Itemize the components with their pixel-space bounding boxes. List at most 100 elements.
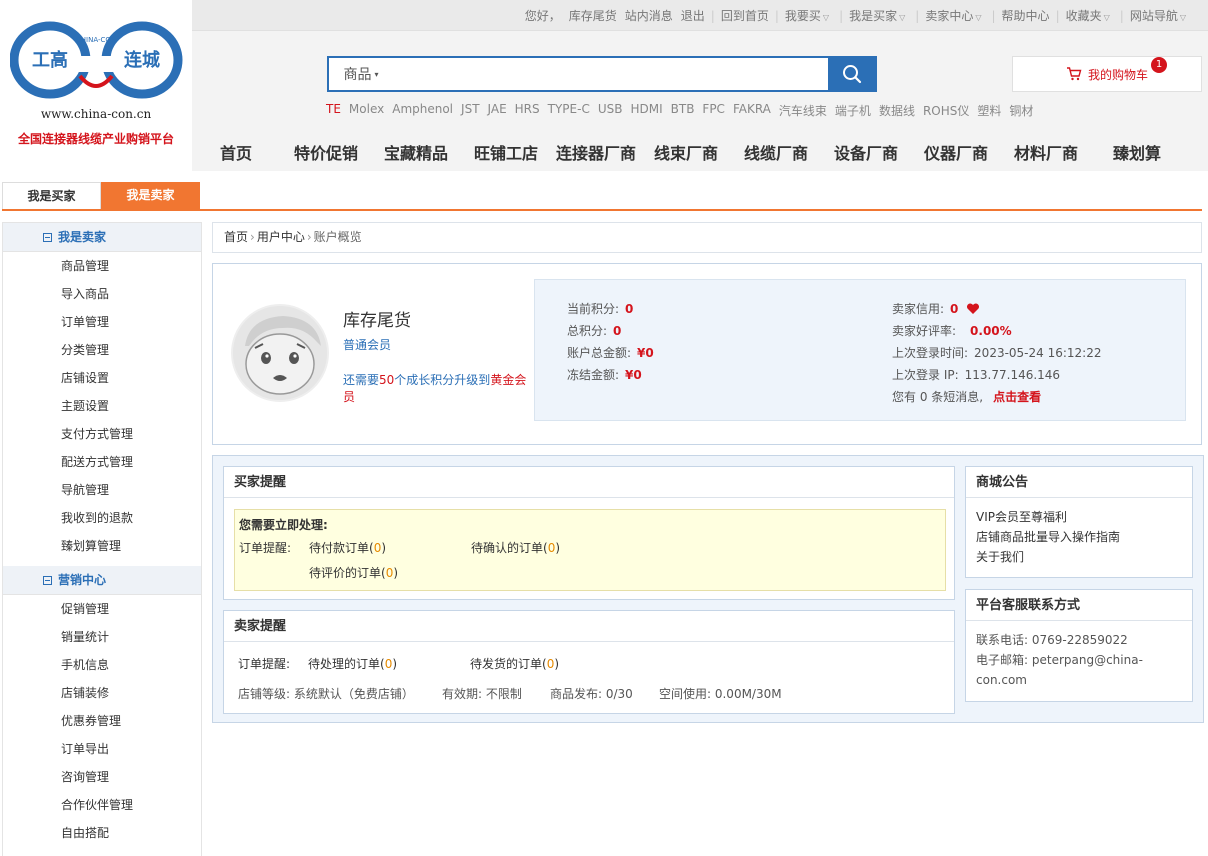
hot-keyword[interactable]: 数据线 xyxy=(879,102,915,119)
pending-payment-link[interactable]: 待付款订单(0) xyxy=(309,539,386,556)
sidebar-item[interactable]: 订单管理 xyxy=(3,308,201,336)
main-nav-item[interactable]: 宝藏精品 xyxy=(384,140,474,164)
sidebar-item[interactable]: 合作伙伴管理 xyxy=(3,791,201,819)
hot-keyword[interactable]: TE xyxy=(326,102,341,119)
favorites-menu[interactable]: 收藏夹 ▽ xyxy=(1062,7,1118,24)
main-nav-item[interactable]: 材料厂商 xyxy=(1014,140,1113,164)
hot-keyword[interactable]: 铜材 xyxy=(1009,102,1033,119)
sidebar-item[interactable]: 导入商品 xyxy=(3,280,201,308)
search-category-select[interactable]: 商品 ▾ xyxy=(329,58,393,90)
search-input[interactable] xyxy=(393,58,828,90)
hot-keyword[interactable]: USB xyxy=(598,102,623,119)
hot-keyword[interactable]: Molex xyxy=(349,102,384,119)
back-home-link[interactable]: 回到首页 xyxy=(717,7,773,24)
service-phone: 联系电话: 0769-22859022 xyxy=(976,633,1128,647)
site-nav-menu[interactable]: 网站导航 ▽ xyxy=(1126,7,1194,24)
hot-keyword[interactable]: BTB xyxy=(671,102,695,119)
pending-process-label: 待处理的订单 xyxy=(308,657,381,671)
sidebar-item[interactable]: 臻划算管理 xyxy=(3,532,201,560)
pending-process-link[interactable]: 待处理的订单(0) xyxy=(308,655,397,672)
main-nav-item[interactable]: 线束厂商 xyxy=(654,140,744,164)
hot-keyword[interactable]: TYPE-C xyxy=(548,102,590,119)
tab-seller[interactable]: 我是卖家 xyxy=(101,182,200,209)
stat-value: ¥0 xyxy=(625,368,642,382)
chevron-down-icon: ▽ xyxy=(975,13,982,22)
sidebar-item[interactable]: 自由搭配 xyxy=(3,819,201,847)
buyer-menu[interactable]: 我是买家 ▽ xyxy=(845,7,913,24)
tab-buyer[interactable]: 我是买家 xyxy=(2,182,101,209)
service-email-line2[interactable]: con.com xyxy=(966,670,1192,690)
sidebar-item[interactable]: 店铺设置 xyxy=(3,364,201,392)
logout-link[interactable]: 退出 xyxy=(677,7,709,24)
sidebar-item[interactable]: 咨询管理 xyxy=(3,763,201,791)
sidebar-item[interactable]: 分类管理 xyxy=(3,336,201,364)
hot-keyword[interactable]: 塑料 xyxy=(977,102,1001,119)
main-nav-item[interactable]: 连接器厂商 xyxy=(556,140,654,164)
role-tabs: 我是买家 我是卖家 xyxy=(2,182,1202,211)
breadcrumb-home[interactable]: 首页 xyxy=(224,230,248,244)
hot-keyword[interactable]: JST xyxy=(461,102,480,119)
seller-rate-value: 0.00% xyxy=(970,324,1012,338)
hot-keyword[interactable]: JAE xyxy=(488,102,507,119)
notice-item[interactable]: VIP会员至尊福利 xyxy=(966,507,1192,527)
sidebar-group-header[interactable]: 营销中心 xyxy=(3,566,201,595)
sidebar-item[interactable]: 支付方式管理 xyxy=(3,420,201,448)
pending-ship-link[interactable]: 待发货的订单(0) xyxy=(470,655,559,672)
main-nav-item[interactable]: 特价促销 xyxy=(294,140,384,164)
main-nav-item[interactable]: 线缆厂商 xyxy=(744,140,834,164)
sidebar-group-header[interactable]: 我是卖家 xyxy=(3,223,201,252)
hot-keyword[interactable]: HRS xyxy=(515,102,540,119)
help-center-link[interactable]: 帮助中心 xyxy=(998,7,1054,24)
buyer-order-label: 订单提醒: xyxy=(239,541,292,555)
sidebar-item[interactable]: 配送方式管理 xyxy=(3,448,201,476)
avatar[interactable] xyxy=(231,304,329,402)
username-link[interactable]: 库存尾货 xyxy=(565,7,621,24)
hot-keyword[interactable]: 汽车线束 xyxy=(779,102,827,119)
main-nav-item[interactable]: 旺铺工店 xyxy=(474,140,556,164)
pending-confirm-link[interactable]: 待确认的订单(0) xyxy=(471,539,560,556)
sidebar-item[interactable]: 订单导出 xyxy=(3,735,201,763)
notice-item[interactable]: 关于我们 xyxy=(966,547,1192,567)
sidebar-item[interactable]: 手机信息 xyxy=(3,651,201,679)
seller-center-menu[interactable]: 卖家中心 ▽ xyxy=(921,7,989,24)
divider: | xyxy=(839,8,844,23)
main-nav-item[interactable]: 臻划算 xyxy=(1113,140,1173,164)
pending-review-label: 待评价的订单 xyxy=(309,566,382,580)
hot-keyword[interactable]: ROHS仪 xyxy=(923,102,969,119)
sidebar-item[interactable]: 主题设置 xyxy=(3,392,201,420)
hot-keyword[interactable]: Amphenol xyxy=(392,102,453,119)
hot-keyword[interactable]: HDMI xyxy=(630,102,662,119)
urgent-heading: 您需要立即处理: xyxy=(239,518,328,532)
hot-keyword[interactable]: FPC xyxy=(702,102,725,119)
pending-review-link[interactable]: 待评价的订单(0) xyxy=(309,564,398,581)
site-messages-link[interactable]: 站内消息 xyxy=(621,7,677,24)
sidebar-item[interactable]: 销量统计 xyxy=(3,623,201,651)
main-nav-item[interactable]: 设备厂商 xyxy=(834,140,924,164)
main-nav-item[interactable]: 首页 xyxy=(220,140,294,164)
seller-rate-row: 卖家好评率: 0.00% xyxy=(892,320,1102,342)
sidebar-item[interactable]: 促销管理 xyxy=(3,595,201,623)
sidebar-item[interactable]: 我收到的退款 xyxy=(3,504,201,532)
sidebar-item[interactable]: 优惠券管理 xyxy=(3,707,201,735)
notice-item[interactable]: 店铺商品批量导入操作指南 xyxy=(966,527,1192,547)
search-button[interactable] xyxy=(828,57,876,91)
want-buy-menu[interactable]: 我要买 ▽ xyxy=(781,7,837,24)
sidebar-item[interactable]: 商品管理 xyxy=(3,252,201,280)
member-level[interactable]: 普通会员 xyxy=(343,336,391,353)
last-login-row: 上次登录时间: 2023-05-24 16:12:22 xyxy=(892,342,1102,364)
customer-service-panel: 平台客服联系方式 联系电话: 0769-22859022 电子邮箱: peter… xyxy=(965,589,1193,702)
service-email-line1[interactable]: 电子邮箱: peterpang@china- xyxy=(966,650,1192,670)
stat-row: 当前积分: 0 xyxy=(567,298,654,320)
sidebar-item[interactable]: 导航管理 xyxy=(3,476,201,504)
mall-notice-panel: 商城公告 VIP会员至尊福利 店铺商品批量导入操作指南 关于我们 xyxy=(965,466,1193,578)
hot-keyword[interactable]: FAKRA xyxy=(733,102,771,119)
hot-keyword[interactable]: 端子机 xyxy=(835,102,871,119)
main-nav-item[interactable]: 仪器厂商 xyxy=(924,140,1014,164)
cart-button[interactable]: 我的购物车 1 xyxy=(1012,56,1202,92)
logo-mark-icon: 工高 CHINA-CON 连城 xyxy=(10,21,183,99)
messages-row: 您有 0 条短消息, 点击查看 xyxy=(892,386,1102,408)
site-logo[interactable]: 工高 CHINA-CON 连城 www.china-con.cn 全国连接器线缆… xyxy=(0,0,192,171)
view-messages-link[interactable]: 点击查看 xyxy=(993,390,1041,404)
sidebar-item[interactable]: 店铺装修 xyxy=(3,679,201,707)
breadcrumb-user-center[interactable]: 用户中心 xyxy=(257,230,305,244)
